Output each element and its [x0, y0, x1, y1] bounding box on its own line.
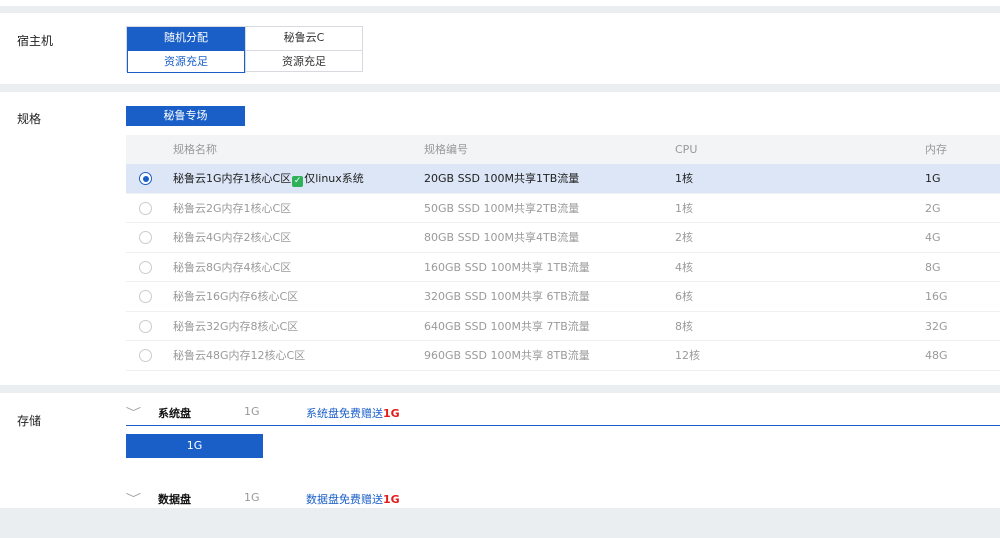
data-disk-gift: 1G [383, 493, 400, 506]
radio-button[interactable] [139, 172, 152, 185]
spec-mem: 4G [925, 231, 941, 244]
col-header-cpu: CPU [675, 143, 698, 156]
spec-cpu: 8核 [675, 319, 693, 333]
spec-name: 秘鲁云2G内存1核心C区 [173, 201, 292, 215]
spec-label: 规格 [17, 112, 42, 126]
system-disk-header[interactable]: ﹀ 系统盘 1G 系统盘免费赠送1G [126, 403, 1000, 423]
data-disk-promo: 数据盘免费赠送1G [306, 491, 400, 507]
host-selector: 随机分配 秘鲁云C 资源充足 资源充足 [126, 26, 363, 73]
radio-button[interactable] [139, 349, 152, 362]
host-label: 宿主机 [17, 34, 54, 48]
spec-name: 秘鲁云32G内存8核心C区 [173, 319, 299, 333]
table-row[interactable]: 秘鲁云4G内存2核心C区 80GB SSD 100M共享4TB流量 2核 4G [126, 223, 1000, 253]
spec-name: 秘鲁云16G内存6核心C区 [173, 290, 299, 303]
table-row[interactable]: 秘鲁云2G内存1核心C区 50GB SSD 100M共享2TB流量 1核 2G [126, 194, 1000, 223]
data-disk-header[interactable]: ﹀ 数据盘 1G 数据盘免费赠送1G [126, 489, 1000, 509]
col-header-code: 规格编号 [424, 143, 468, 156]
data-disk-name: 数据盘 [158, 493, 191, 506]
storage-label: 存储 [17, 414, 42, 428]
spec-code: 160GB SSD 100M共享 1TB流量 [424, 260, 590, 274]
spec-mem: 32G [925, 319, 948, 333]
top-strip [0, 0, 1000, 6]
spec-mem: 1G [925, 172, 941, 185]
spec-mem: 8G [925, 260, 941, 274]
table-row[interactable]: 秘鲁云16G内存6核心C区 320GB SSD 100M共享 6TB流量 6核 … [126, 282, 1000, 312]
host-section: 宿主机 随机分配 秘鲁云C 资源充足 资源充足 [0, 13, 1000, 84]
data-disk-size: 1G [244, 491, 260, 504]
data-disk-promo-text: 数据盘免费赠送 [306, 493, 383, 506]
spec-cpu: 1核 [675, 201, 693, 215]
table-row[interactable]: 秘鲁云32G内存8核心C区 640GB SSD 100M共享 7TB流量 8核 … [126, 312, 1000, 341]
spec-mem: 2G [925, 201, 941, 215]
spec-code: 320GB SSD 100M共享 6TB流量 [424, 290, 590, 303]
host-status-random[interactable]: 资源充足 [127, 50, 245, 73]
radio-button[interactable] [139, 201, 152, 215]
spec-name-text: 秘鲁云1G内存1核心C区 [173, 172, 292, 185]
radio-button[interactable] [139, 260, 152, 274]
spec-code: 960GB SSD 100M共享 8TB流量 [424, 349, 590, 362]
spec-table: 规格名称 规格编号 CPU 内存 秘鲁云1G内存1核心C区 ✓ 仅linux系统 2… [126, 135, 1000, 371]
spec-mem: 48G [925, 349, 948, 362]
system-disk-divider [126, 425, 1000, 426]
table-row[interactable]: 秘鲁云48G内存12核心C区 960GB SSD 100M共享 8TB流量 12… [126, 341, 1000, 371]
table-row[interactable]: 秘鲁云8G内存4核心C区 160GB SSD 100M共享 1TB流量 4核 8… [126, 253, 1000, 282]
chevron-down-icon[interactable]: ﹀ [126, 490, 141, 506]
spec-section: 规格 秘鲁专场 规格名称 规格编号 CPU 内存 秘鲁云1G内存1核心C区 ✓ 仅l… [0, 92, 1000, 385]
chevron-down-icon[interactable]: ﹀ [126, 404, 141, 420]
spec-cpu: 2核 [675, 231, 693, 244]
col-header-mem: 内存 [925, 143, 947, 156]
system-disk-name: 系统盘 [158, 407, 191, 420]
table-row[interactable]: 秘鲁云1G内存1核心C区 ✓ 仅linux系统 20GB SSD 100M共享1TB… [126, 164, 1000, 194]
system-disk-gift: 1G [383, 407, 400, 420]
storage-section: 存储 ﹀ 系统盘 1G 系统盘免费赠送1G 1G ﹀ 数据盘 1G 数据盘免费赠… [0, 393, 1000, 508]
radio-button[interactable] [139, 319, 152, 333]
spec-mem: 16G [925, 290, 948, 303]
spec-code: 80GB SSD 100M共享4TB流量 [424, 231, 580, 244]
host-option-random[interactable]: 随机分配 [127, 27, 245, 50]
spec-cpu: 1核 [675, 172, 693, 185]
col-header-name: 规格名称 [173, 143, 217, 156]
system-disk-size: 1G [244, 405, 260, 418]
host-option-peru-c[interactable]: 秘鲁云C [245, 27, 362, 50]
spec-cpu: 12核 [675, 349, 700, 362]
spec-code: 50GB SSD 100M共享2TB流量 [424, 201, 580, 215]
radio-button[interactable] [139, 231, 152, 244]
spec-name: 秘鲁云48G内存12核心C区 [173, 349, 306, 362]
spec-cpu: 4核 [675, 260, 693, 274]
radio-button[interactable] [139, 290, 152, 303]
spec-tag: 仅linux系统 [304, 172, 364, 185]
spec-tab-peru[interactable]: 秘鲁专场 [126, 106, 245, 126]
table-header: 规格名称 规格编号 CPU 内存 [126, 135, 1000, 164]
spec-code: 20GB SSD 100M共享1TB流量 [424, 172, 580, 185]
check-icon: ✓ [292, 176, 304, 187]
system-disk-size-button[interactable]: 1G [126, 434, 263, 458]
spec-name: 秘鲁云8G内存4核心C区 [173, 260, 292, 274]
spec-code: 640GB SSD 100M共享 7TB流量 [424, 319, 590, 333]
system-disk-promo: 系统盘免费赠送1G [306, 405, 400, 421]
spec-cpu: 6核 [675, 290, 693, 303]
spec-name: 秘鲁云1G内存1核心C区 ✓ 仅linux系统 [173, 164, 364, 193]
host-status-peru-c[interactable]: 资源充足 [245, 50, 362, 73]
spec-name: 秘鲁云4G内存2核心C区 [173, 231, 292, 244]
system-disk-promo-text: 系统盘免费赠送 [306, 407, 383, 420]
